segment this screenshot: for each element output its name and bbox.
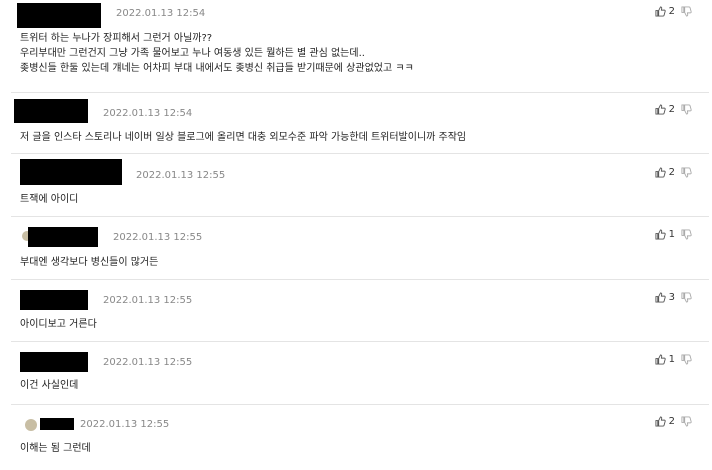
comment-text-line: 좆병신들 한둘 있는데 걔네는 어차피 부대 내에서도 좆병신 취급들 받기때문… xyxy=(20,63,414,74)
thumbs-down-icon[interactable] xyxy=(681,292,692,303)
avatar xyxy=(25,419,37,431)
like-count: 1 xyxy=(668,354,675,365)
thumbs-down-icon[interactable] xyxy=(681,229,692,240)
like-button[interactable]: 1 xyxy=(655,354,675,365)
comment-divider xyxy=(11,153,709,154)
like-count: 3 xyxy=(668,292,675,303)
like-count: 1 xyxy=(668,229,675,240)
redacted-username xyxy=(20,290,88,310)
comment-divider xyxy=(11,92,709,93)
thumbs-up-icon xyxy=(655,292,666,303)
thumbs-up-icon xyxy=(655,416,666,427)
thumbs-up-icon xyxy=(655,354,666,365)
thumbs-up-icon xyxy=(655,6,666,17)
thumbs-down-icon[interactable] xyxy=(681,104,692,115)
redacted-username xyxy=(20,159,122,185)
comment-text-line: 저 글을 인스타 스토리나 네이버 일상 블로그에 올리면 대충 외모수준 파악… xyxy=(20,132,467,143)
comment-text-line: 트위터 하는 누나가 장피해서 그런거 아닐까?? xyxy=(20,33,213,44)
comment-reactions: 2 xyxy=(655,167,692,178)
like-button[interactable]: 2 xyxy=(655,167,675,178)
comment-timestamp: 2022.01.13 12:55 xyxy=(136,170,226,181)
like-count: 2 xyxy=(668,416,675,427)
like-count: 2 xyxy=(668,104,675,115)
thumbs-up-icon xyxy=(655,167,666,178)
like-button[interactable]: 2 xyxy=(655,104,675,115)
like-button[interactable]: 1 xyxy=(655,229,675,240)
comment-reactions: 2 xyxy=(655,416,692,427)
redacted-username xyxy=(17,3,101,28)
comment-reactions: 1 xyxy=(655,229,692,240)
like-button[interactable]: 3 xyxy=(655,292,675,303)
comment-divider xyxy=(11,404,709,405)
thumbs-down-icon[interactable] xyxy=(681,6,692,17)
comment-timestamp: 2022.01.13 12:55 xyxy=(103,357,193,368)
comment-timestamp: 2022.01.13 12:55 xyxy=(113,232,203,243)
comment-timestamp: 2022.01.13 12:55 xyxy=(80,419,170,430)
redacted-username xyxy=(14,99,88,123)
redacted-username xyxy=(20,352,88,372)
comment-reactions: 2 xyxy=(655,6,692,17)
redacted-username xyxy=(40,418,74,430)
comment-divider xyxy=(11,216,709,217)
comment-text-line: 이건 사실인데 xyxy=(20,380,79,391)
thumbs-up-icon xyxy=(655,229,666,240)
comment-reactions: 1 xyxy=(655,354,692,365)
comment-text-line: 부대엔 생각보다 병신들이 많거든 xyxy=(20,257,159,268)
comment-reactions: 3 xyxy=(655,292,692,303)
like-button[interactable]: 2 xyxy=(655,6,675,17)
comment-text-line: 우리부대만 그런건지 그냥 가족 물어보고 누나 여동생 있든 뭘하든 별 관심… xyxy=(20,48,365,59)
comment-text-line: 아이디보고 거른다 xyxy=(20,319,97,330)
thumbs-up-icon xyxy=(655,104,666,115)
comment-text-line: 트잭에 아이디 xyxy=(20,194,79,205)
like-count: 2 xyxy=(668,167,675,178)
comment-timestamp: 2022.01.13 12:54 xyxy=(103,108,193,119)
thumbs-down-icon[interactable] xyxy=(681,167,692,178)
comment-divider xyxy=(11,279,709,280)
comment-reactions: 2 xyxy=(655,104,692,115)
comment-timestamp: 2022.01.13 12:55 xyxy=(103,295,193,306)
comment-divider xyxy=(11,341,709,342)
like-count: 2 xyxy=(668,6,675,17)
redacted-username xyxy=(28,227,98,247)
thumbs-down-icon[interactable] xyxy=(681,354,692,365)
comment-text-line: 이해는 됨 그런데 xyxy=(20,443,91,454)
like-button[interactable]: 2 xyxy=(655,416,675,427)
comment-timestamp: 2022.01.13 12:54 xyxy=(116,8,206,19)
thumbs-down-icon[interactable] xyxy=(681,416,692,427)
